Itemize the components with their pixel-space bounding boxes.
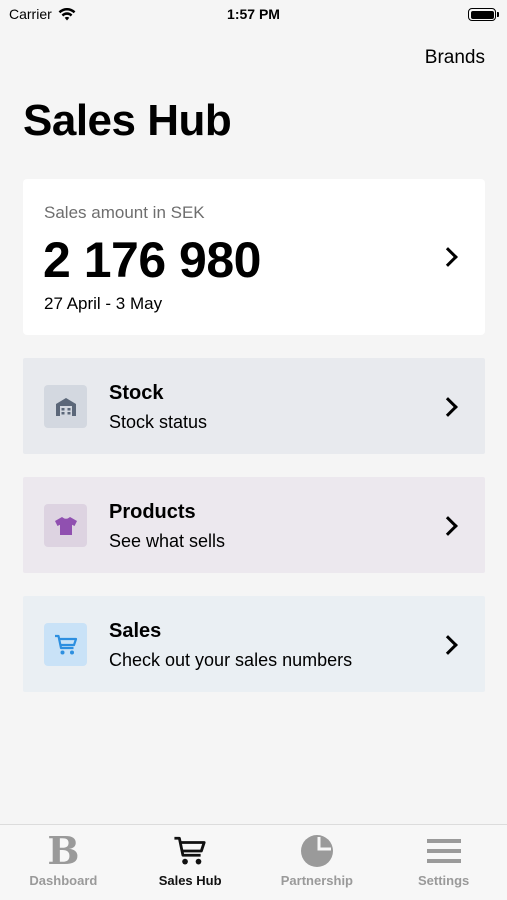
tab-dashboard[interactable]: B Dashboard — [0, 825, 127, 900]
sales-period: 27 April - 3 May — [44, 294, 163, 313]
brands-button[interactable]: Brands — [425, 47, 485, 69]
sales-amount-value: 2 176 980 — [43, 232, 261, 288]
tab-label: Dashboard — [29, 873, 98, 888]
b-logo-icon: B — [47, 828, 80, 873]
stock-subtitle: Stock status — [109, 412, 208, 432]
sales-card[interactable]: Sales Check out your sales numbers — [23, 596, 485, 692]
products-icon-box — [44, 504, 87, 547]
sales-icon-box — [44, 623, 87, 666]
pie-icon — [300, 833, 334, 869]
tab-label: Settings — [417, 873, 470, 888]
battery-icon — [468, 8, 499, 21]
cart-icon — [54, 634, 77, 654]
stock-title: Stock — [109, 382, 164, 404]
tshirt-icon — [54, 516, 77, 535]
chevron-right-icon — [438, 397, 458, 417]
menu-icon — [426, 833, 461, 869]
warehouse-icon — [55, 397, 76, 416]
tab-settings[interactable]: Settings — [380, 825, 507, 900]
chevron-right-icon — [438, 635, 458, 655]
sales-amount-card[interactable]: Sales amount in SEK 2 176 980 27 April -… — [23, 179, 485, 335]
tab-bar: B Dashboard Sales Hub Partnership Settin… — [0, 824, 507, 900]
tab-label: Partnership — [280, 873, 353, 888]
clock: 1:57 PM — [227, 6, 280, 22]
products-subtitle: See what sells — [109, 531, 226, 551]
stock-icon-box — [44, 385, 87, 428]
products-card[interactable]: Products See what sells — [23, 477, 485, 573]
sales-title: Sales — [109, 620, 162, 642]
page-title: Sales Hub — [23, 96, 232, 145]
sales-subtitle: Check out your sales numbers — [109, 650, 353, 670]
stock-card[interactable]: Stock Stock status — [23, 358, 485, 454]
cart-icon — [173, 833, 207, 869]
tab-partnership[interactable]: Partnership — [254, 825, 381, 900]
chevron-right-icon — [438, 516, 458, 536]
tab-label: Sales Hub — [158, 873, 222, 888]
status-bar: Carrier 1:57 PM — [0, 0, 507, 28]
products-title: Products — [109, 501, 196, 523]
sales-amount-label: Sales amount in SEK — [44, 203, 205, 222]
chevron-right-icon — [438, 247, 458, 267]
tab-sales-hub[interactable]: Sales Hub — [127, 825, 254, 900]
